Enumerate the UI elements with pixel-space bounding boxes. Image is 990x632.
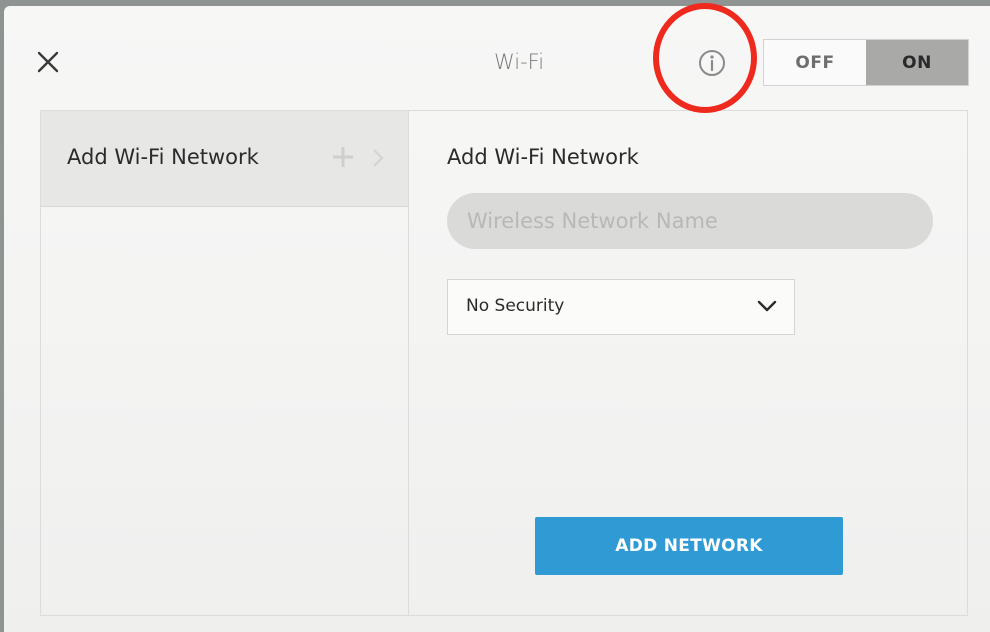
chevron-right-icon: [373, 149, 384, 167]
wifi-toggle: OFF ON: [763, 39, 969, 86]
wifi-settings-panel: Wi-Fi OFF ON Add Wi-Fi Network Add Wi-Fi…: [4, 6, 990, 632]
page-title: Wi-Fi: [493, 50, 545, 74]
close-button[interactable]: [34, 48, 62, 76]
plus-icon: [333, 147, 353, 167]
form-title: Add Wi-Fi Network: [447, 145, 639, 169]
toggle-off-option[interactable]: OFF: [764, 40, 866, 85]
close-icon: [37, 51, 59, 73]
network-list: Add Wi-Fi Network: [41, 111, 409, 615]
sidebar-item-add-wifi-network[interactable]: Add Wi-Fi Network: [41, 111, 408, 207]
main-content: Add Wi-Fi Network Add Wi-Fi Network No S…: [40, 110, 968, 616]
add-network-button[interactable]: ADD NETWORK: [535, 517, 843, 575]
toggle-on-option[interactable]: ON: [866, 40, 968, 85]
security-dropdown[interactable]: No Security: [447, 279, 795, 335]
annotation-highlight-circle: [653, 3, 757, 113]
sidebar-item-label: Add Wi-Fi Network: [67, 145, 259, 169]
security-selected-value: No Security: [466, 296, 565, 316]
chevron-down-icon: [757, 300, 777, 312]
network-name-input[interactable]: [447, 193, 933, 249]
